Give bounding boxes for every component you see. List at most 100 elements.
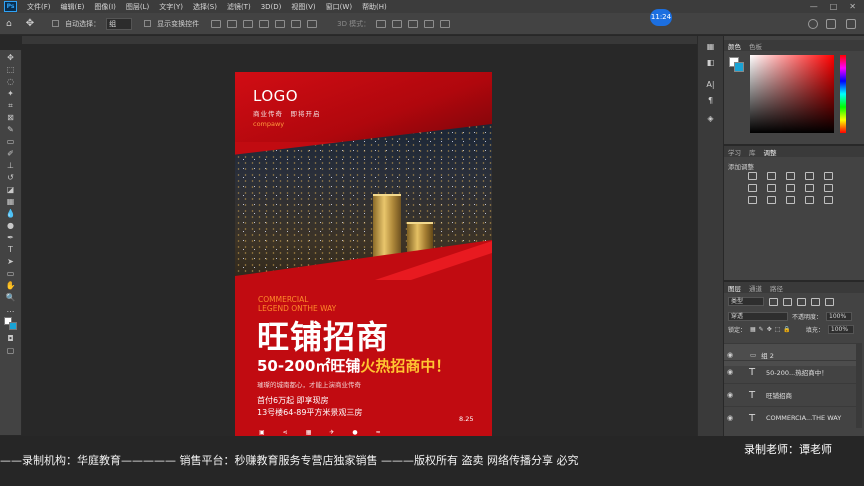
blur-tool-icon[interactable]: 💧 (4, 209, 18, 218)
tab-learn[interactable]: 学习 (728, 147, 741, 157)
lasso-tool-icon[interactable]: ◌ (4, 77, 18, 86)
background-swatch[interactable] (734, 62, 744, 72)
tab-libraries[interactable]: 库 (749, 147, 756, 157)
black-white-icon[interactable] (786, 184, 795, 192)
menu-type[interactable]: 文字(Y) (154, 2, 188, 12)
tab-layers[interactable]: 图层 (728, 283, 741, 293)
brightness-icon[interactable] (748, 172, 757, 180)
align-middle-icon[interactable] (275, 19, 286, 28)
visibility-eye-icon[interactable]: ◉ (724, 368, 736, 376)
color-picker-field[interactable] (750, 55, 834, 133)
curves-icon[interactable] (786, 172, 795, 180)
opacity-field[interactable]: 100% (826, 312, 853, 321)
filter-smart-icon[interactable] (825, 297, 834, 306)
photo-filter-icon[interactable] (805, 184, 814, 192)
history-brush-icon[interactable]: ↺ (4, 173, 18, 182)
orbit-3d-icon[interactable] (376, 19, 387, 28)
filter-type-icon[interactable] (797, 297, 806, 306)
hue-saturation-icon[interactable] (748, 184, 757, 192)
fill-field[interactable]: 100% (827, 325, 854, 334)
exposure-icon[interactable] (805, 172, 814, 180)
lock-icons[interactable]: ▦✎✥⬚🔒 (750, 326, 794, 333)
tab-channels[interactable]: 通道 (749, 283, 762, 293)
menu-filter[interactable]: 滤镜(T) (222, 2, 256, 12)
edit-toolbar-icon[interactable]: … (4, 305, 18, 314)
levels-icon[interactable] (767, 172, 776, 180)
crop-tool-icon[interactable]: ⌗ (4, 101, 18, 110)
layers-scrollbar[interactable] (856, 343, 862, 428)
brush-tool-icon[interactable]: ✐ (4, 149, 18, 158)
auto-select-dropdown[interactable]: 组 (106, 17, 133, 30)
workspace-icon[interactable] (826, 19, 836, 29)
menu-file[interactable]: 文件(F) (22, 2, 56, 12)
frame-tool-icon[interactable]: ⊠ (4, 113, 18, 122)
scale-3d-icon[interactable] (440, 19, 451, 28)
auto-select-checkbox[interactable] (52, 20, 60, 27)
pen-tool-icon[interactable]: ✒ (4, 233, 18, 242)
slide-3d-icon[interactable] (424, 19, 435, 28)
properties-panel-icon[interactable]: ◧ (705, 58, 717, 68)
maximize-icon[interactable]: □ (830, 2, 838, 11)
align-bottom-icon[interactable] (291, 19, 302, 28)
tab-adjustments[interactable]: 调整 (764, 147, 777, 157)
type-tool-icon[interactable]: T (4, 245, 18, 254)
poster-canvas[interactable]: LOGO 商业传奇 即将开启 compawy COMMERCIAL LEGEND… (235, 72, 492, 436)
path-select-icon[interactable]: ➤ (4, 257, 18, 266)
3d-panel-icon[interactable]: ◈ (705, 114, 717, 124)
menu-image[interactable]: 图像(I) (89, 2, 121, 12)
search-icon[interactable] (808, 19, 818, 29)
show-transform-checkbox[interactable] (144, 20, 152, 27)
layer-row[interactable]: ◉ T COMMERCIA...THE WAY (724, 406, 856, 429)
posterize-icon[interactable] (767, 196, 776, 204)
layer-row[interactable]: ◉ T 50-200...热招商中！ (724, 360, 856, 383)
channel-mixer-icon[interactable] (824, 184, 833, 192)
shape-tool-icon[interactable]: ▭ (4, 269, 18, 278)
zoom-tool-icon[interactable]: 🔍 (4, 293, 18, 302)
roll-3d-icon[interactable] (392, 19, 403, 28)
pan-3d-icon[interactable] (408, 19, 419, 28)
align-left-icon[interactable] (211, 19, 222, 28)
home-icon[interactable]: ⌂ (6, 19, 12, 29)
visibility-eye-icon[interactable]: ◉ (724, 351, 736, 359)
align-top-icon[interactable] (259, 19, 270, 28)
eyedropper-tool-icon[interactable]: ✎ (4, 125, 18, 134)
menu-select[interactable]: 选择(S) (188, 2, 222, 12)
filter-shape-icon[interactable] (811, 297, 820, 306)
color-balance-icon[interactable] (767, 184, 776, 192)
menu-3d[interactable]: 3D(D) (256, 3, 287, 11)
tab-color[interactable]: 颜色 (728, 41, 741, 51)
visibility-eye-icon[interactable]: ◉ (724, 414, 736, 422)
tab-swatches[interactable]: 色板 (749, 41, 762, 51)
align-right-icon[interactable] (243, 19, 254, 28)
foreground-background-color-icon[interactable] (3, 317, 18, 331)
healing-brush-icon[interactable]: ▭ (4, 137, 18, 146)
distribute-icon[interactable] (307, 19, 318, 28)
menu-help[interactable]: 帮助(H) (357, 2, 392, 12)
menu-view[interactable]: 视图(V) (286, 2, 320, 12)
move-tool-icon[interactable]: ✥ (26, 18, 34, 29)
menu-edit[interactable]: 编辑(E) (56, 2, 90, 12)
invert-icon[interactable] (748, 196, 757, 204)
threshold-icon[interactable] (786, 196, 795, 204)
quick-mask-icon[interactable]: ◘ (4, 334, 18, 343)
blend-mode-dropdown[interactable]: 穿透 (728, 312, 788, 321)
vibrance-icon[interactable] (824, 172, 833, 180)
magic-wand-tool-icon[interactable]: ✦ (4, 89, 18, 98)
layer-filter-dropdown[interactable]: 类型 (728, 297, 764, 306)
selective-color-icon[interactable] (805, 196, 814, 204)
clone-stamp-icon[interactable]: ⊥ (4, 161, 18, 170)
eraser-tool-icon[interactable]: ◪ (4, 185, 18, 194)
dodge-tool-icon[interactable]: ● (4, 221, 18, 230)
menu-window[interactable]: 窗口(W) (321, 2, 357, 12)
move-tool-icon[interactable]: ✥ (4, 53, 18, 62)
filter-adjust-icon[interactable] (783, 297, 792, 306)
layer-row[interactable]: ◉ T 旺铺招商 (724, 383, 856, 406)
marquee-tool-icon[interactable]: ⬚ (4, 65, 18, 74)
tab-paths[interactable]: 路径 (770, 283, 783, 293)
character-panel-icon[interactable]: A| (705, 80, 717, 90)
menu-layer[interactable]: 图层(L) (121, 2, 154, 12)
gradient-map-icon[interactable] (824, 196, 833, 204)
gradient-tool-icon[interactable]: ▦ (4, 197, 18, 206)
visibility-eye-icon[interactable]: ◉ (724, 391, 736, 399)
hand-tool-icon[interactable]: ✋ (4, 281, 18, 290)
